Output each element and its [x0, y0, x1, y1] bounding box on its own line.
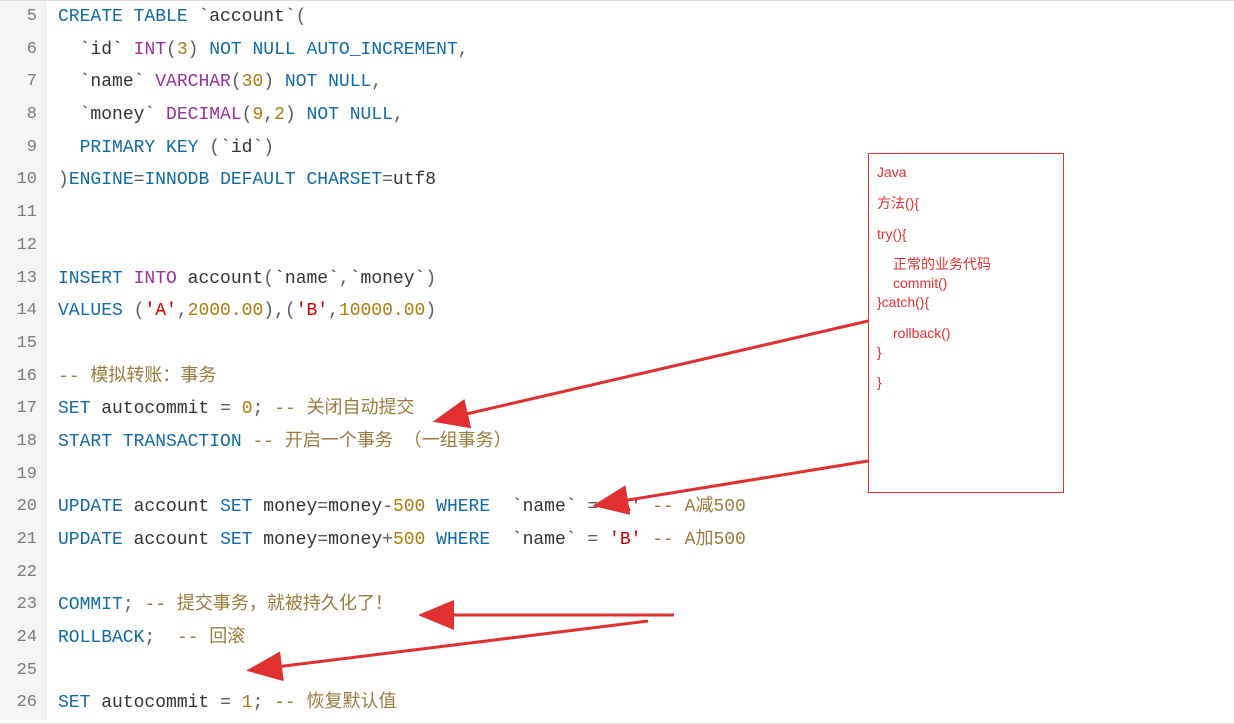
annotation-method: 方法(){ [877, 195, 1055, 212]
line-number: 18 [0, 426, 45, 459]
annotation-body2: commit() [877, 275, 1055, 292]
code-line[interactable]: CREATE TABLE `account`( [58, 1, 1234, 34]
line-number: 15 [0, 328, 45, 361]
line-number: 22 [0, 557, 45, 590]
annotation-close2: } [877, 374, 1055, 391]
java-annotation-box: Java 方法(){ try(){ 正常的业务代码 commit() }catc… [868, 153, 1064, 493]
line-number: 25 [0, 655, 45, 688]
line-number: 17 [0, 393, 45, 426]
annotation-rollback: rollback() [877, 325, 1055, 342]
line-number: 14 [0, 295, 45, 328]
code-editor: 567891011121314151617181920212223242526 … [0, 0, 1234, 724]
code-line[interactable]: UPDATE account SET money=money-500 WHERE… [58, 491, 1234, 524]
code-line[interactable]: `name` VARCHAR(30) NOT NULL, [58, 66, 1234, 99]
line-number: 26 [0, 687, 45, 720]
annotation-try: try(){ [877, 226, 1055, 243]
code-line[interactable]: SET autocommit = 1; -- 恢复默认值 [58, 687, 1234, 720]
annotation-catch: }catch(){ [877, 294, 1055, 311]
line-number: 8 [0, 99, 45, 132]
line-number: 23 [0, 589, 45, 622]
line-number: 19 [0, 459, 45, 492]
line-number: 12 [0, 230, 45, 263]
line-number-gutter: 567891011121314151617181920212223242526 [0, 1, 46, 720]
code-line[interactable]: ROLLBACK; -- 回滚 [58, 622, 1234, 655]
line-number: 5 [0, 1, 45, 34]
code-line[interactable]: COMMIT; -- 提交事务，就被持久化了！ [58, 589, 1234, 622]
annotation-body1: 正常的业务代码 [877, 256, 1055, 273]
code-line[interactable] [58, 655, 1234, 688]
line-number: 6 [0, 34, 45, 67]
line-number: 16 [0, 361, 45, 394]
line-number: 9 [0, 132, 45, 165]
code-line[interactable]: UPDATE account SET money=money+500 WHERE… [58, 524, 1234, 557]
annotation-lang: Java [877, 164, 1055, 181]
line-number: 24 [0, 622, 45, 655]
line-number: 7 [0, 66, 45, 99]
code-line[interactable] [58, 557, 1234, 590]
annotation-close1: } [877, 344, 1055, 361]
line-number: 11 [0, 197, 45, 230]
code-line[interactable]: `id` INT(3) NOT NULL AUTO_INCREMENT, [58, 34, 1234, 67]
code-line[interactable]: `money` DECIMAL(9,2) NOT NULL, [58, 99, 1234, 132]
line-number: 10 [0, 164, 45, 197]
line-number: 13 [0, 263, 45, 296]
line-number: 20 [0, 491, 45, 524]
line-number: 21 [0, 524, 45, 557]
